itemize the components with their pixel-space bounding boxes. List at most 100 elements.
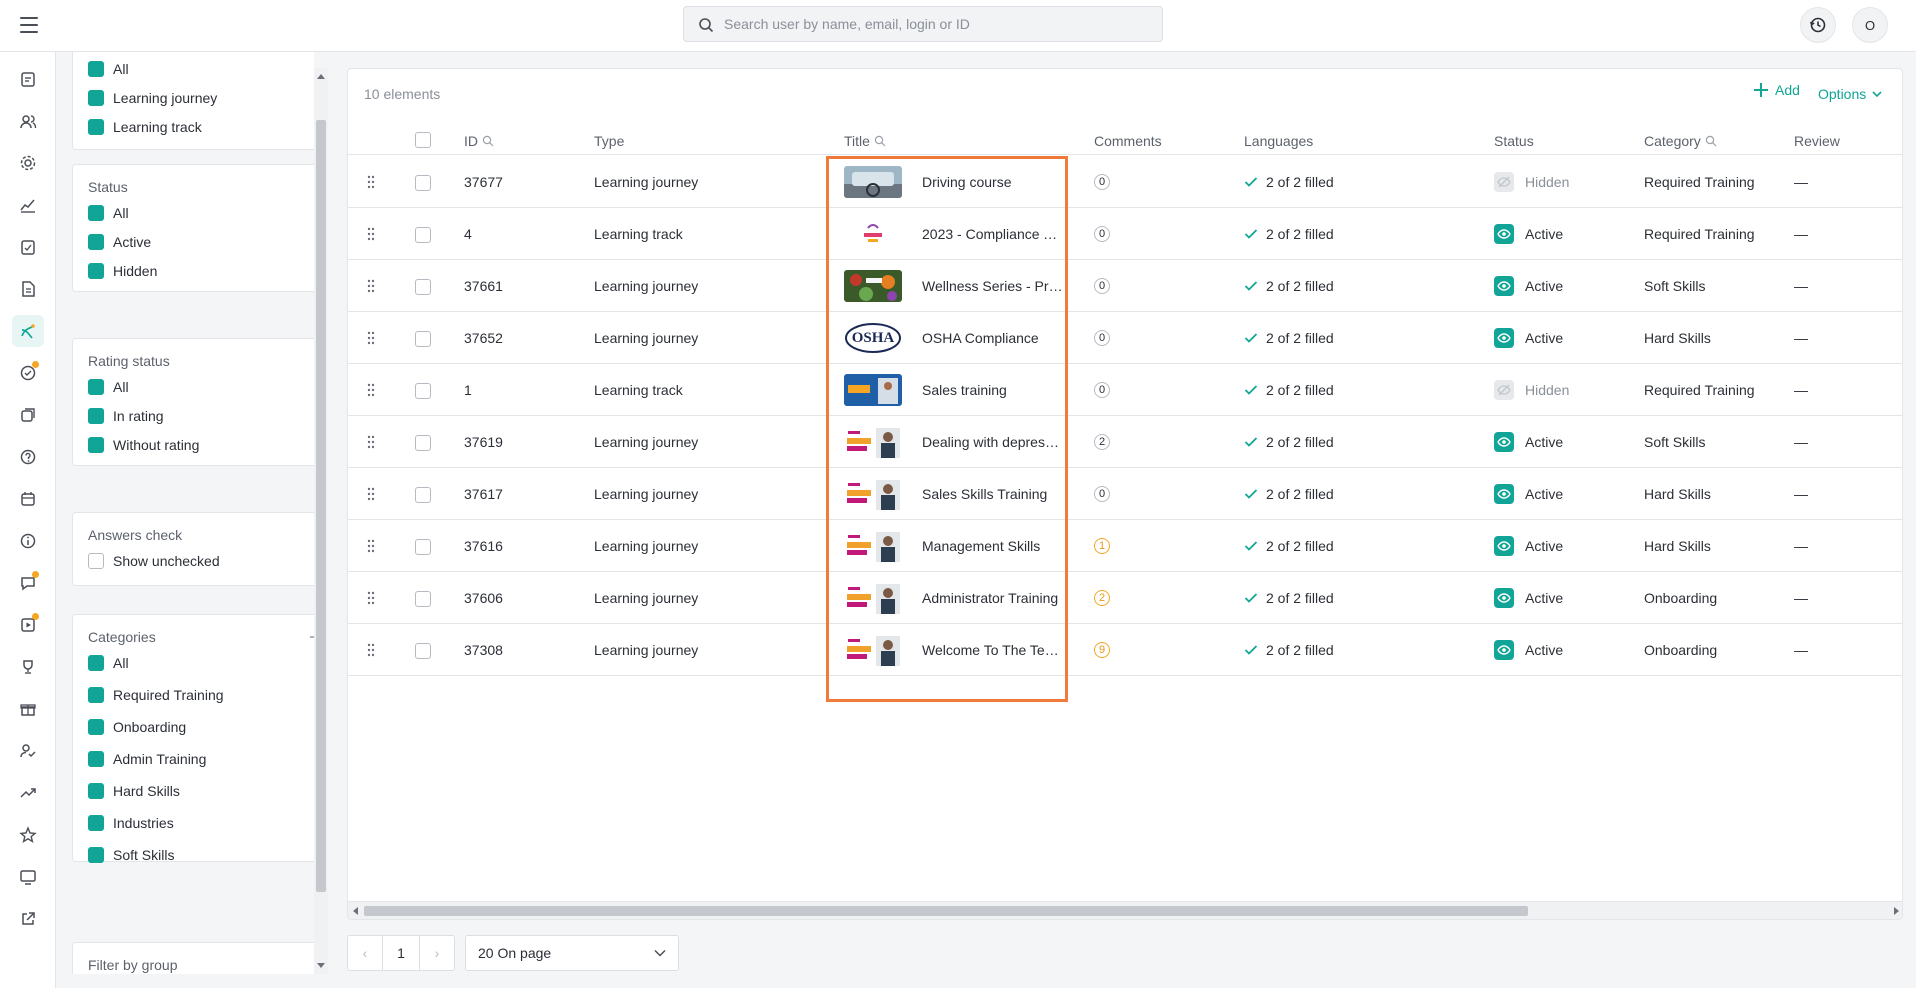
scroll-up-arrow-icon[interactable] [317, 74, 325, 79]
filter-rating-without-rating[interactable]: Without rating [88, 437, 199, 453]
course-title[interactable]: Sales training [922, 382, 1064, 398]
rail-item-settings[interactable] [12, 147, 44, 179]
checkbox-checked-icon[interactable] [88, 263, 104, 279]
column-header-review[interactable]: Review [1794, 133, 1840, 149]
cell-comments[interactable]: 0 [1094, 208, 1110, 260]
cell-status[interactable]: Active [1494, 312, 1563, 364]
drag-handle-icon[interactable] [367, 539, 375, 553]
cell-status[interactable]: Active [1494, 572, 1563, 624]
rail-item-surveys[interactable] [12, 399, 44, 431]
cell-status[interactable]: Active [1494, 624, 1563, 676]
column-header-id[interactable]: ID [464, 133, 494, 149]
row-checkbox[interactable] [415, 539, 431, 555]
row-checkbox[interactable] [415, 591, 431, 607]
filter-status-hidden[interactable]: Hidden [88, 263, 157, 279]
filter-type-all[interactable]: All [88, 61, 129, 77]
table-row[interactable]: 37606 Learning journey Administrator Train… [348, 572, 1902, 624]
comments-count-badge[interactable]: 0 [1094, 174, 1110, 190]
comments-count-badge[interactable]: 0 [1094, 330, 1110, 346]
search-input[interactable] [724, 16, 1144, 32]
column-header-languages[interactable]: Languages [1244, 133, 1313, 149]
row-checkbox[interactable] [415, 435, 431, 451]
checkbox-checked-icon[interactable] [88, 90, 104, 106]
menu-icon[interactable] [18, 14, 40, 36]
course-title[interactable]: Sales Skills Training [922, 486, 1064, 502]
cell-status[interactable]: Hidden [1494, 364, 1569, 416]
filter-category-soft-skills[interactable]: Soft Skills [88, 847, 174, 863]
course-title[interactable]: Driving course [922, 174, 1064, 190]
cell-title[interactable]: Welcome To The Team [844, 624, 1064, 676]
course-title[interactable]: Administrator Training [922, 590, 1064, 606]
rail-item-info[interactable] [12, 525, 44, 557]
rail-item-video[interactable] [12, 609, 44, 641]
checkbox-checked-icon[interactable] [88, 655, 104, 671]
cell-status[interactable]: Active [1494, 208, 1563, 260]
cell-comments[interactable]: 0 [1094, 364, 1110, 416]
cell-status[interactable]: Hidden [1494, 156, 1569, 208]
row-checkbox[interactable] [415, 175, 431, 191]
search-icon[interactable] [874, 135, 886, 147]
filter-scrollbar[interactable] [314, 68, 328, 974]
rail-item-news[interactable] [12, 63, 44, 95]
search-icon[interactable] [1705, 135, 1717, 147]
cell-comments[interactable]: 1 [1094, 520, 1110, 572]
checkbox-checked-icon[interactable] [88, 719, 104, 735]
cell-status[interactable]: Active [1494, 468, 1563, 520]
rail-item-gift[interactable] [12, 693, 44, 725]
eye-icon[interactable] [1494, 484, 1514, 504]
filter-category-onboarding[interactable]: Onboarding [88, 719, 186, 735]
cell-title[interactable]: Sales Skills Training [844, 468, 1064, 520]
cell-comments[interactable]: 0 [1094, 468, 1110, 520]
avatar[interactable]: O [1852, 7, 1888, 43]
cell-status[interactable]: Active [1494, 416, 1563, 468]
search-box[interactable] [683, 6, 1163, 42]
eye-icon[interactable] [1494, 588, 1514, 608]
filter-status-active[interactable]: Active [88, 234, 151, 250]
drag-handle-icon[interactable] [367, 643, 375, 657]
column-header-title[interactable]: Title [844, 133, 886, 149]
next-page-button[interactable]: › [419, 935, 455, 971]
table-row[interactable]: 1 Learning track Sales training 0 2 of 2 fil… [348, 364, 1902, 416]
checkbox-checked-icon[interactable] [88, 119, 104, 135]
table-row[interactable]: 37308 Learning journey Welcome To The Team… [348, 624, 1902, 676]
cell-title[interactable]: Management Skills [844, 520, 1064, 572]
row-checkbox[interactable] [415, 227, 431, 243]
rail-item-monitor[interactable] [12, 861, 44, 893]
cell-comments[interactable]: 0 [1094, 260, 1110, 312]
table-row[interactable]: 4 Learning track 2023 - Compliance Trainin… [348, 208, 1902, 260]
horizontal-scrollbar[interactable] [348, 901, 1902, 919]
table-row[interactable]: 37616 Learning journey Management Skills 1 2… [348, 520, 1902, 572]
rail-item-star[interactable] [12, 819, 44, 851]
drag-handle-icon[interactable] [367, 331, 375, 345]
drag-handle-icon[interactable] [367, 435, 375, 449]
comments-count-badge[interactable]: 2 [1094, 590, 1110, 606]
select-all-checkbox[interactable] [415, 132, 431, 148]
rail-item-documents[interactable] [12, 273, 44, 305]
rail-item-user-check[interactable] [12, 735, 44, 767]
page-size-select[interactable]: 20 On page [465, 935, 679, 971]
cell-comments[interactable]: 2 [1094, 416, 1110, 468]
checkbox-checked-icon[interactable] [88, 234, 104, 250]
table-row[interactable]: 37619 Learning journey Dealing with depres… [348, 416, 1902, 468]
eye-off-icon[interactable] [1494, 380, 1514, 400]
filter-type-learning-track[interactable]: Learning track [88, 119, 202, 135]
cell-title[interactable]: Sales training [844, 364, 1064, 416]
table-row[interactable]: 37677 Learning journey Driving course 0 2 of… [348, 156, 1902, 208]
rail-item-external-link[interactable] [12, 903, 44, 935]
filter-show-unchecked[interactable]: Show unchecked [88, 553, 220, 569]
drag-handle-icon[interactable] [367, 591, 375, 605]
cell-status[interactable]: Active [1494, 520, 1563, 572]
drag-handle-icon[interactable] [367, 227, 375, 241]
drag-handle-icon[interactable] [367, 279, 375, 293]
course-title[interactable]: OSHA Compliance [922, 330, 1064, 346]
search-icon[interactable] [482, 135, 494, 147]
row-checkbox[interactable] [415, 331, 431, 347]
filter-category-admin-training[interactable]: Admin Training [88, 751, 206, 767]
prev-page-button[interactable]: ‹ [347, 935, 383, 971]
scroll-down-arrow-icon[interactable] [317, 963, 325, 968]
comments-count-badge[interactable]: 0 [1094, 226, 1110, 242]
checkbox-checked-icon[interactable] [88, 61, 104, 77]
filter-category-required-training[interactable]: Required Training [88, 687, 224, 703]
scrollbar-thumb[interactable] [316, 120, 326, 892]
comments-count-badge[interactable]: 1 [1094, 538, 1110, 554]
